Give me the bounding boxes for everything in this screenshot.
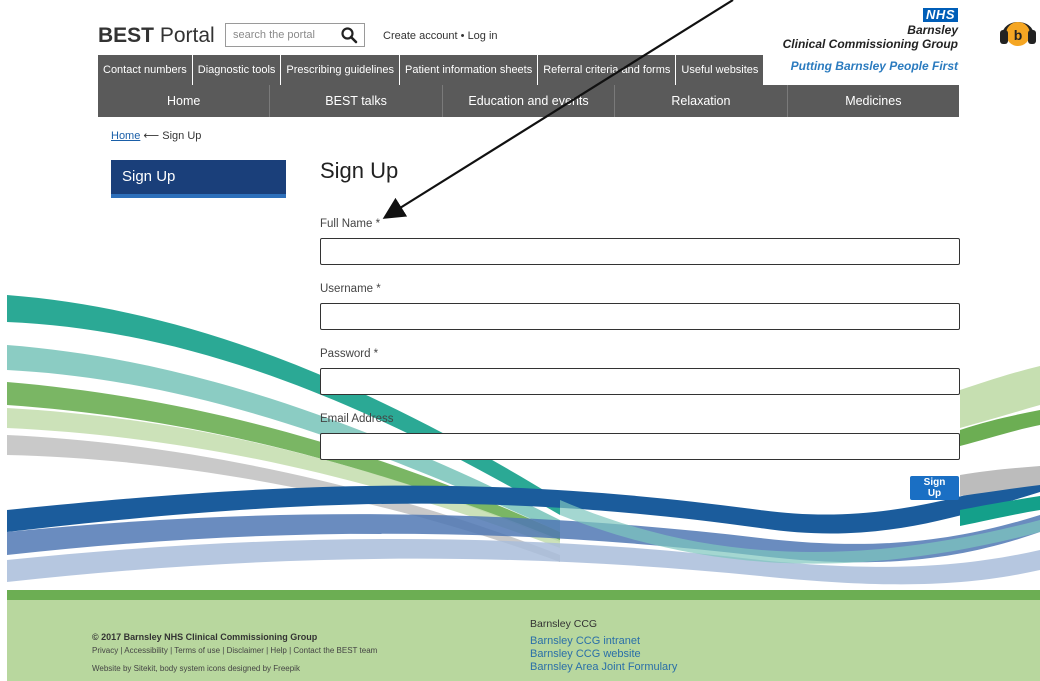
breadcrumb-current: Sign Up — [162, 130, 202, 142]
full-name-input[interactable] — [320, 238, 960, 265]
search-input[interactable] — [226, 24, 343, 46]
full-name-label: Full Name * — [320, 218, 381, 230]
svg-text:b: b — [1014, 27, 1023, 43]
nav-medicines[interactable]: Medicines — [788, 85, 959, 117]
tab-diagnostic-tools[interactable]: Diagnostic tools — [192, 55, 281, 85]
email-input[interactable] — [320, 433, 960, 460]
footer-link-intranet[interactable]: Barnsley CCG intranet — [530, 635, 640, 647]
search-icon[interactable] — [340, 26, 358, 44]
breadcrumb-separator: ⟵ — [143, 130, 160, 142]
main-nav: Home BEST talks Education and events Rel… — [98, 85, 959, 117]
sign-up-button[interactable]: Sign Up — [910, 476, 959, 500]
footer-link-formulary[interactable]: Barnsley Area Joint Formulary — [530, 661, 677, 673]
footer-heading: Barnsley CCG — [530, 618, 598, 630]
username-label: Username * — [320, 283, 381, 295]
footer-link-ccg-website[interactable]: Barnsley CCG website — [530, 648, 641, 660]
tab-contact-numbers[interactable]: Contact numbers — [98, 55, 192, 85]
tab-useful-websites[interactable]: Useful websites — [676, 55, 764, 85]
logo-bold-text: BEST — [98, 24, 155, 47]
page-title: Sign Up — [320, 158, 399, 183]
footer-copyright: © 2017 Barnsley NHS Clinical Commissioni… — [92, 632, 318, 642]
tab-patient-information-sheets[interactable]: Patient information sheets — [400, 55, 538, 85]
account-login-link[interactable]: Create account • Log in — [383, 30, 498, 42]
breadcrumb-home-link[interactable]: Home — [111, 130, 140, 142]
logo-text: Portal — [159, 24, 215, 47]
nav-best-talks[interactable]: BEST talks — [270, 85, 443, 117]
nhs-branding: NHS Barnsley Clinical Commissioning Grou… — [783, 6, 958, 51]
search-box — [225, 23, 365, 47]
footer-divider — [7, 590, 1040, 600]
quick-links-nav: Contact numbers Diagnostic tools Prescri… — [98, 55, 764, 85]
footer-legal-links[interactable]: Privacy | Accessibility | Terms of use |… — [92, 646, 377, 655]
tab-referral-criteria[interactable]: Referral criteria and forms — [538, 55, 676, 85]
nav-education-events[interactable]: Education and events — [443, 85, 616, 117]
username-input[interactable] — [320, 303, 960, 330]
sidebar-item-label: Sign Up — [122, 168, 176, 185]
tagline: Putting Barnsley People First — [790, 59, 958, 73]
nhs-org-name: Barnsley — [907, 23, 958, 37]
password-label: Password * — [320, 348, 379, 360]
nav-relaxation[interactable]: Relaxation — [615, 85, 788, 117]
nhs-org-type: Clinical Commissioning Group — [782, 37, 958, 51]
headphones-icon[interactable]: b — [998, 12, 1038, 48]
tab-prescribing-guidelines[interactable]: Prescribing guidelines — [281, 55, 400, 85]
nhs-logo: NHS — [923, 8, 958, 22]
password-input[interactable] — [320, 368, 960, 395]
breadcrumb: Home ⟵ Sign Up — [111, 129, 201, 142]
email-label: Email Address — [320, 413, 394, 425]
footer-credit: Website by Sitekit, body system icons de… — [92, 664, 300, 673]
site-logo[interactable]: BEST Portal — [98, 24, 215, 48]
sidebar-item-sign-up[interactable]: Sign Up — [111, 160, 286, 198]
nav-home[interactable]: Home — [98, 85, 271, 117]
